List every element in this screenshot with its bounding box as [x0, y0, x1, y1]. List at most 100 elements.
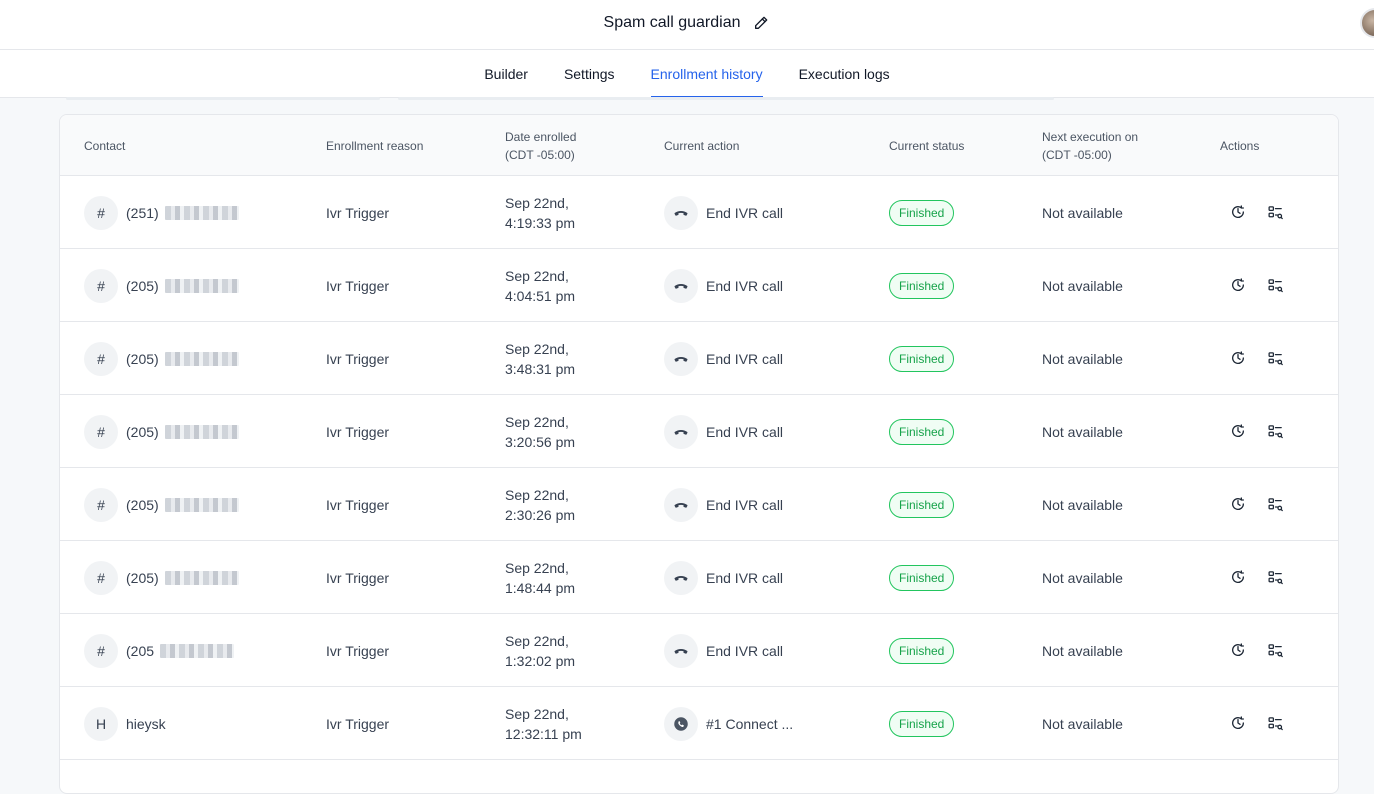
view-history-button[interactable]	[1228, 494, 1248, 514]
tab-settings[interactable]: Settings	[564, 50, 615, 98]
contact-name[interactable]: (205)	[126, 497, 239, 513]
date-enrolled-day: Sep 22nd,	[505, 486, 569, 503]
view-history-button[interactable]	[1228, 567, 1248, 587]
view-logs-button[interactable]	[1265, 275, 1285, 295]
column-header-next-execution: Next execution on (CDT -05:00)	[1042, 115, 1138, 176]
next-execution: Not available	[1042, 569, 1123, 586]
table-row[interactable]: # (205) Ivr Trigger Sep 22nd, 3:48:31 pm…	[60, 322, 1338, 395]
contact-label: hieysk	[126, 715, 166, 732]
contact-name[interactable]: hieysk	[126, 716, 166, 732]
current-action[interactable]: End IVR call	[664, 395, 783, 468]
redacted-phone	[164, 424, 239, 439]
view-logs-button[interactable]	[1265, 202, 1285, 222]
view-history-button[interactable]	[1228, 640, 1248, 660]
next-execution: Not available	[1042, 496, 1123, 513]
contact-cell[interactable]: # (205	[84, 614, 235, 687]
current-action[interactable]: End IVR call	[664, 614, 783, 687]
contact-badge: #	[84, 268, 118, 303]
contact-name[interactable]: (251)	[126, 205, 239, 221]
date-enrolled-day: Sep 22nd,	[505, 559, 569, 576]
current-action[interactable]: End IVR call	[664, 322, 783, 395]
contact-label: (205)	[126, 569, 159, 586]
contact-cell[interactable]: # (251)	[84, 176, 239, 249]
date-enrolled-day: Sep 22nd,	[505, 194, 569, 211]
current-action[interactable]: End IVR call	[664, 176, 783, 249]
contact-name[interactable]: (205)	[126, 351, 239, 367]
table-row[interactable]: # (205) Ivr Trigger Sep 22nd, 1:48:44 pm…	[60, 541, 1338, 614]
contact-cell[interactable]: # (205)	[84, 322, 239, 395]
date-enrolled-time: 1:32:02 pm	[505, 652, 576, 669]
contact-cell[interactable]: # (205)	[84, 249, 239, 322]
current-status: Finished	[889, 541, 955, 614]
view-logs-button[interactable]	[1265, 713, 1285, 733]
phone-connect-icon	[664, 706, 698, 741]
view-logs-button[interactable]	[1265, 348, 1285, 368]
view-history-button[interactable]	[1228, 348, 1248, 368]
contact-cell[interactable]: H hieysk	[84, 687, 166, 760]
contact-name[interactable]: (205)	[126, 424, 239, 440]
current-status: Finished	[889, 395, 955, 468]
enrollment-reason: Ivr Trigger	[326, 715, 390, 732]
next-execution: Not available	[1042, 277, 1123, 294]
contact-name[interactable]: (205)	[126, 278, 239, 294]
tab-execution-logs[interactable]: Execution logs	[799, 50, 890, 98]
status-badge: Finished	[889, 637, 955, 664]
table-row[interactable]: # (205 Ivr Trigger Sep 22nd, 1:32:02 pm …	[60, 614, 1338, 687]
current-action-label: #1 Connect ...	[706, 715, 794, 732]
view-history-button[interactable]	[1228, 275, 1248, 295]
current-status: Finished	[889, 614, 955, 687]
table-row[interactable]: # (205) Ivr Trigger Sep 22nd, 3:20:56 pm…	[60, 395, 1338, 468]
execution-logs-icon	[1267, 642, 1284, 659]
contact-badge: #	[84, 487, 118, 522]
current-action[interactable]: End IVR call	[664, 249, 783, 322]
tab-enrollment-history[interactable]: Enrollment history	[650, 50, 763, 98]
edit-title-button[interactable]	[752, 14, 770, 32]
view-history-button[interactable]	[1228, 202, 1248, 222]
next-execution: Not available	[1042, 715, 1123, 732]
date-enrolled-time: 3:20:56 pm	[505, 433, 576, 450]
contact-name[interactable]: (205)	[126, 570, 239, 586]
tab-builder[interactable]: Builder	[484, 50, 528, 98]
view-logs-button[interactable]	[1265, 421, 1285, 441]
view-history-button[interactable]	[1228, 421, 1248, 441]
status-badge: Finished	[889, 199, 955, 226]
table-row[interactable]: # (205) Ivr Trigger Sep 22nd, 4:04:51 pm…	[60, 249, 1338, 322]
execution-logs-icon	[1267, 204, 1284, 221]
view-logs-button[interactable]	[1265, 494, 1285, 514]
divider	[66, 97, 380, 100]
view-logs-button[interactable]	[1265, 640, 1285, 660]
current-action[interactable]: End IVR call	[664, 541, 783, 614]
contact-name[interactable]: (205	[126, 643, 235, 659]
view-history-button[interactable]	[1228, 713, 1248, 733]
date-enrolled-time: 3:48:31 pm	[505, 360, 576, 377]
table-row[interactable]: # (205) Ivr Trigger Sep 22nd, 2:30:26 pm…	[60, 468, 1338, 541]
history-icon	[1230, 642, 1246, 658]
column-header-date-enrolled: Date enrolled (CDT -05:00)	[505, 115, 576, 176]
current-action[interactable]: #1 Connect ...	[664, 687, 793, 760]
view-logs-button[interactable]	[1265, 567, 1285, 587]
history-icon	[1230, 277, 1246, 293]
contact-badge: H	[84, 706, 118, 741]
next-execution: Not available	[1042, 204, 1123, 221]
tabs: Builder Settings Enrollment history Executi…	[0, 50, 1374, 98]
contact-badge: #	[84, 560, 118, 595]
execution-logs-icon	[1267, 569, 1284, 586]
contact-cell[interactable]: # (205)	[84, 468, 239, 541]
contact-label: (205)	[126, 496, 159, 513]
table-row[interactable]: # (251) Ivr Trigger Sep 22nd, 4:19:33 pm…	[60, 176, 1338, 249]
pencil-icon	[755, 16, 768, 29]
date-enrolled-day: Sep 22nd,	[505, 340, 569, 357]
contact-cell[interactable]: # (205)	[84, 395, 239, 468]
contact-cell[interactable]: # (205)	[84, 541, 239, 614]
date-enrolled-label: Date enrolled	[505, 129, 577, 144]
execution-logs-icon	[1267, 496, 1284, 513]
contact-badge: #	[84, 414, 118, 449]
history-icon	[1230, 350, 1246, 366]
date-enrolled-timezone: (CDT -05:00)	[505, 147, 575, 162]
column-header-current-action: Current action	[664, 138, 740, 153]
next-execution-label: Next execution on	[1042, 129, 1139, 144]
current-action[interactable]: End IVR call	[664, 468, 783, 541]
current-action-label: End IVR call	[706, 204, 784, 221]
contact-label: (251)	[126, 204, 159, 221]
table-row[interactable]: H hieysk Ivr Trigger Sep 22nd, 12:32:11 …	[60, 687, 1338, 760]
